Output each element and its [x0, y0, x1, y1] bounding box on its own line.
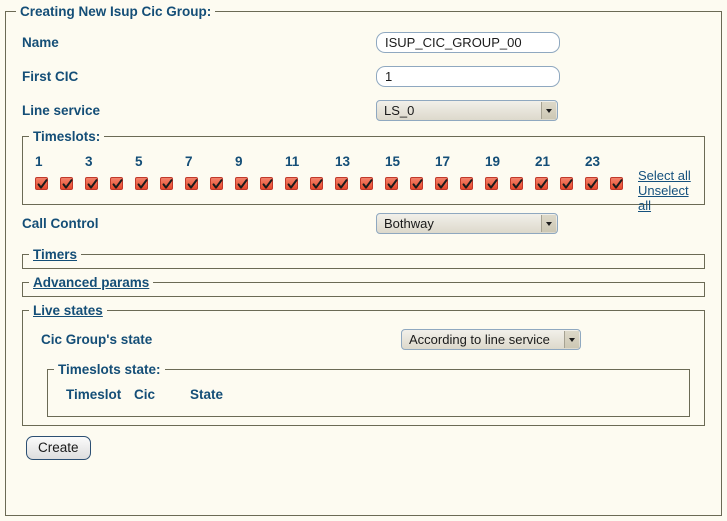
column-header-timeslot: Timeslot: [66, 387, 122, 402]
select-all-link[interactable]: Select all: [638, 168, 698, 183]
timeslot-checkbox-12[interactable]: [310, 176, 323, 190]
timeslot-checkbox-1[interactable]: [35, 176, 48, 190]
timeslot-checkbox-11[interactable]: [285, 176, 298, 190]
timeslot-checkbox-9[interactable]: [235, 176, 248, 190]
timeslot-select-links: Select all Unselect all: [638, 168, 698, 213]
cic-group-state-select[interactable]: According to line service: [401, 328, 581, 350]
advanced-params-legend: Advanced params: [29, 275, 153, 290]
timeslot-checkbox-19[interactable]: [485, 176, 498, 190]
cic-group-state-value: According to line service: [409, 331, 550, 347]
timeslots-body: 1 3 5 7 9 11 13 15 17 19 21 23 Select all Unselect …: [23, 146, 704, 213]
timeslot-checkbox-14[interactable]: [360, 176, 373, 190]
timeslot-checkbox-10[interactable]: [260, 176, 273, 190]
call-control-value: Bothway: [384, 215, 434, 231]
timeslot-number-23: 23: [585, 154, 601, 169]
timeslot-number-21: 21: [535, 154, 551, 169]
live-states-fieldset: Live states Cic Group's state According …: [22, 303, 705, 426]
timeslot-number-9: 9: [235, 154, 243, 169]
timeslot-number-19: 19: [485, 154, 501, 169]
timeslots-state-table-header: Timeslot Cic State: [48, 377, 689, 402]
line-service-label: Line service: [22, 102, 101, 118]
timeslot-checkbox-13[interactable]: [335, 176, 348, 190]
field-row-first-cic: First CIC: [16, 59, 711, 93]
timeslot-checkbox-16[interactable]: [410, 176, 423, 190]
advanced-params-toggle-link[interactable]: Advanced params: [33, 275, 149, 290]
timeslot-number-1: 1: [35, 154, 43, 169]
timeslot-checkbox-8[interactable]: [210, 176, 223, 190]
live-states-legend: Live states: [29, 303, 107, 318]
timeslots-fieldset: Timeslots: 1 3 5 7 9 11 13 15 17 19 21 23 Select al…: [22, 129, 705, 213]
timeslot-checkbox-24[interactable]: [610, 176, 623, 190]
timeslot-checkbox-7[interactable]: [185, 176, 198, 190]
call-control-select[interactable]: Bothway: [376, 212, 558, 234]
timeslot-checkbox-15[interactable]: [385, 176, 398, 190]
name-input[interactable]: [376, 31, 560, 53]
chevron-down-icon: [564, 330, 579, 348]
timeslot-checkbox-20[interactable]: [510, 176, 523, 190]
timeslot-number-15: 15: [385, 154, 401, 169]
name-label: Name: [22, 34, 59, 50]
timeslot-number-3: 3: [85, 154, 93, 169]
live-states-toggle-link[interactable]: Live states: [33, 303, 103, 318]
create-isup-cic-group-panel: Creating New Isup Cic Group: Name First …: [5, 4, 722, 516]
timeslot-number-13: 13: [335, 154, 351, 169]
timeslot-number-17: 17: [435, 154, 451, 169]
first-cic-label: First CIC: [22, 68, 79, 84]
timeslot-checkbox-3[interactable]: [85, 176, 98, 190]
timeslot-checkbox-6[interactable]: [160, 176, 173, 190]
chevron-down-icon: [541, 101, 556, 119]
call-control-label: Call Control: [22, 215, 99, 231]
timeslot-checkbox-21[interactable]: [535, 176, 548, 190]
cic-group-state-label: Cic Group's state: [41, 331, 153, 347]
timers-toggle-link[interactable]: Timers: [33, 247, 77, 262]
chevron-down-icon: [541, 214, 556, 232]
timeslot-checkbox-18[interactable]: [460, 176, 473, 190]
column-header-cic: Cic: [134, 387, 156, 402]
timeslot-number-11: 11: [285, 154, 300, 169]
live-states-body: Cic Group's state According to line serv…: [23, 320, 704, 417]
timeslot-checkbox-17[interactable]: [435, 176, 448, 190]
first-cic-input[interactable]: [376, 65, 560, 87]
line-service-select[interactable]: LS_0: [376, 99, 558, 121]
field-row-line-service: Line service LS_0: [16, 93, 711, 127]
timeslots-legend: Timeslots:: [33, 129, 101, 144]
timers-fieldset: Timers: [22, 247, 705, 269]
column-header-state: State: [190, 387, 224, 402]
panel-body: Name First CIC Line service LS_0 Timeslo…: [6, 19, 721, 466]
timeslot-checkbox-4[interactable]: [110, 176, 123, 190]
create-button[interactable]: Create: [26, 436, 91, 460]
timeslot-number-row: 1 3 5 7 9 11 13 15 17 19 21 23: [31, 146, 696, 170]
field-row-cic-group-state: Cic Group's state According to line serv…: [31, 320, 696, 358]
unselect-all-link[interactable]: Unselect all: [638, 183, 698, 213]
timeslot-checkbox-2[interactable]: [60, 176, 73, 190]
advanced-params-fieldset: Advanced params: [22, 275, 705, 297]
timeslot-checkbox-row: [31, 170, 696, 196]
timeslots-state-fieldset: Timeslots state: Timeslot Cic State: [47, 362, 690, 417]
timers-legend: Timers: [29, 247, 81, 262]
timeslot-checkbox-22[interactable]: [560, 176, 573, 190]
timeslot-checkbox-5[interactable]: [135, 176, 148, 190]
form-actions: Create: [16, 426, 711, 460]
timeslot-checkbox-23[interactable]: [585, 176, 598, 190]
timeslots-state-legend: Timeslots state:: [58, 362, 161, 377]
timeslot-number-7: 7: [185, 154, 193, 169]
panel-legend: Creating New Isup Cic Group:: [20, 4, 212, 19]
field-row-name: Name: [16, 25, 711, 59]
timeslot-number-5: 5: [135, 154, 143, 169]
field-row-call-control: Call Control Bothway: [16, 205, 711, 241]
line-service-value: LS_0: [384, 102, 415, 118]
